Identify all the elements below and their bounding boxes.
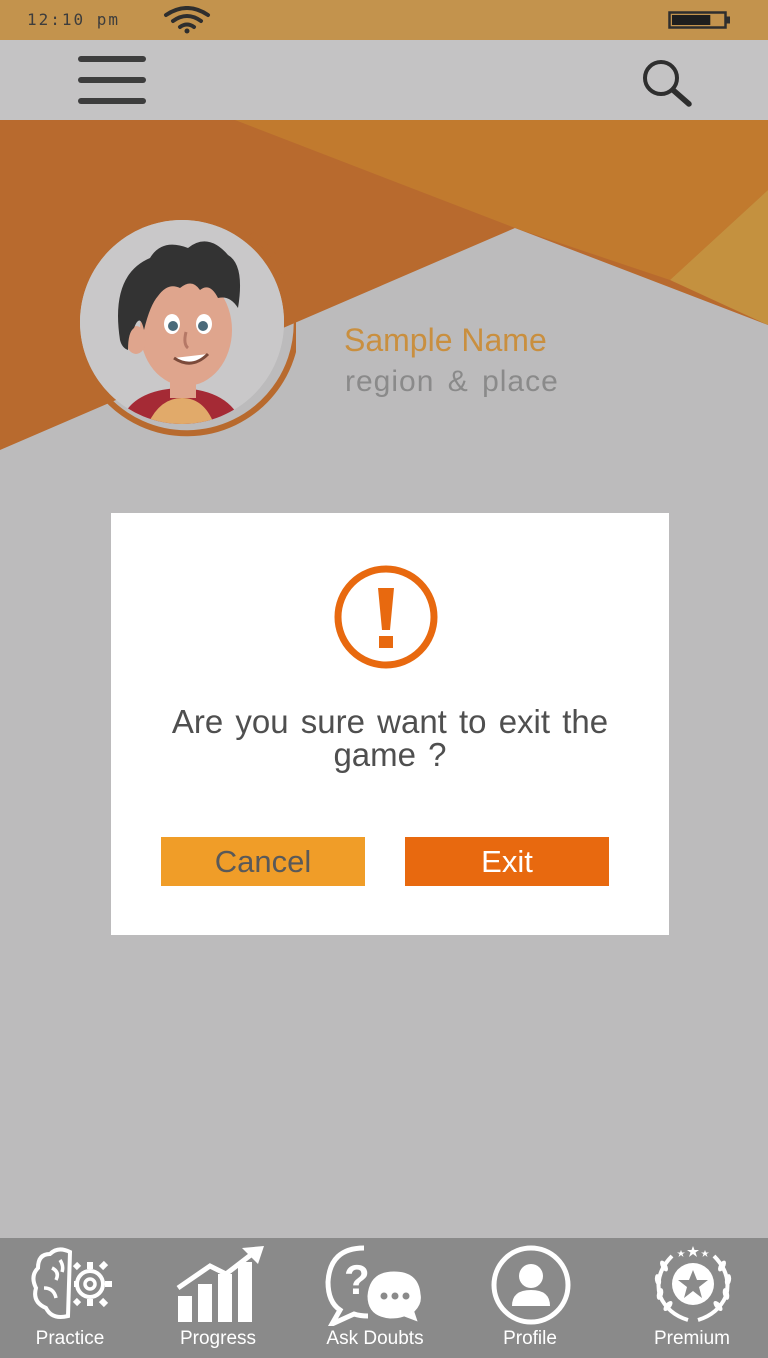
question-chat-icon: ? [325,1245,424,1326]
bottom-navigation: Practice Progress ? Ask Doubts Profile P… [0,1238,768,1358]
avatar-ring [103,231,296,437]
nav-item-progress[interactable]: Progress [162,1238,274,1358]
bar-chart-arrow-icon [176,1246,264,1322]
nav-label-progress: Progress [179,1328,257,1349]
cancel-button[interactable]: Cancel [161,837,365,886]
status-time: 12:10 pm [27,10,121,29]
nav-item-profile[interactable]: Profile [474,1238,586,1358]
user-circle-icon [491,1245,571,1325]
nav-item-practice[interactable]: Practice [14,1238,126,1358]
wifi-icon [164,6,210,34]
status-bar: 12:10 pm [0,0,768,40]
hamburger-menu-icon[interactable] [78,56,146,106]
brain-gear-icon [31,1247,112,1319]
exit-confirm-dialog: Are you sure want to exit the game ? Can… [111,513,669,935]
nav-item-premium[interactable]: Premium [636,1238,748,1358]
app-bar [0,40,768,120]
profile-name: Sample Name [344,322,547,358]
battery-icon [668,11,730,29]
nav-item-ask-doubts[interactable]: ? Ask Doubts [316,1238,434,1358]
nav-label-premium: Premium [653,1328,730,1349]
exit-button[interactable]: Exit [405,837,609,886]
nav-label-practice: Practice [35,1328,105,1349]
dialog-message: Are you sure want to exit the game ? [171,703,609,773]
profile-region: region & place [345,365,559,398]
warning-exclamation-icon [334,565,438,669]
laurel-star-icon [654,1246,732,1322]
nav-label-profile: Profile [503,1328,557,1349]
nav-label-ask-doubts: Ask Doubts [326,1328,424,1349]
search-icon[interactable] [640,57,694,109]
